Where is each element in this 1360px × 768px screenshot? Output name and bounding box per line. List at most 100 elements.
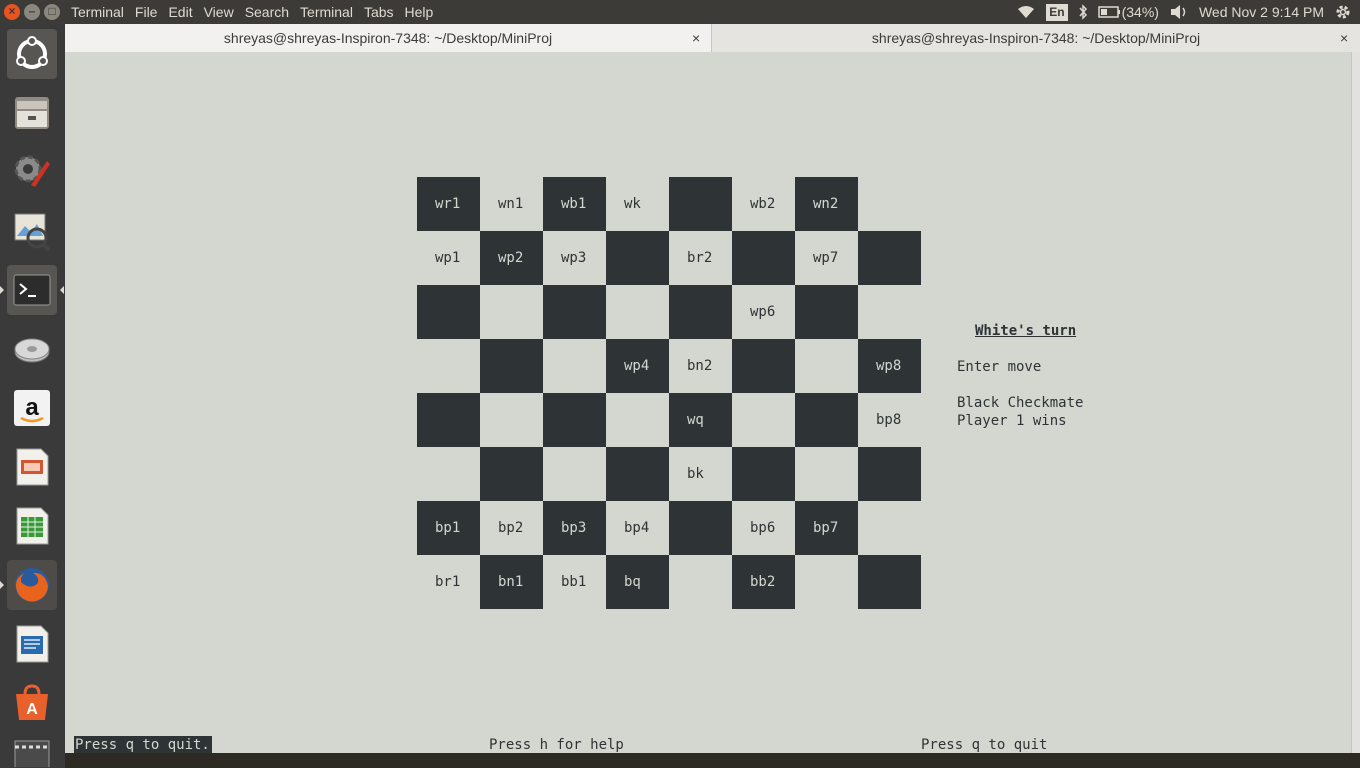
chess-piece-label: bn1 <box>498 574 524 590</box>
chess-piece-label: br1 <box>435 574 461 590</box>
board-square <box>669 285 732 339</box>
menu-item-edit[interactable]: Edit <box>168 3 192 21</box>
video-icon[interactable] <box>7 737 57 767</box>
clock[interactable]: Wed Nov 2 9:14 PM <box>1199 4 1324 20</box>
chess-piece-label: bb1 <box>561 574 587 590</box>
chess-piece-label: wn2 <box>813 196 839 212</box>
desktop-strip <box>65 753 1360 768</box>
board-square <box>606 231 669 285</box>
chess-piece-label: wp8 <box>876 358 902 374</box>
board-square <box>543 393 606 447</box>
system-settings-icon[interactable] <box>7 147 57 197</box>
chess-piece-label: bp3 <box>561 520 587 536</box>
writer-icon[interactable] <box>7 619 57 669</box>
files-icon[interactable] <box>7 88 57 138</box>
firefox-icon[interactable] <box>7 560 57 610</box>
menu-item-terminal[interactable]: Terminal <box>300 3 353 21</box>
menu-item-file[interactable]: File <box>135 3 158 21</box>
window-close-button[interactable]: × <box>4 4 20 20</box>
board-square <box>732 339 795 393</box>
board-square <box>543 447 606 501</box>
tab-terminal-2[interactable]: shreyas@shreyas-Inspiron-7348: ~/Desktop… <box>712 24 1360 52</box>
battery-percent: (34%) <box>1121 4 1159 20</box>
board-square <box>417 447 480 501</box>
battery-icon <box>1097 6 1120 18</box>
tab-title: shreyas@shreyas-Inspiron-7348: ~/Desktop… <box>871 30 1201 46</box>
board-square <box>795 447 858 501</box>
terminal-icon[interactable] <box>7 265 57 315</box>
board-square: wn2 <box>795 177 858 231</box>
window-minimize-button[interactable]: – <box>24 4 40 20</box>
close-icon[interactable]: × <box>692 24 700 52</box>
chess-piece-label: wp6 <box>750 304 776 320</box>
impress-icon[interactable] <box>7 442 57 492</box>
board-square: bp8 <box>858 393 921 447</box>
board-square: wb2 <box>732 177 795 231</box>
board-square: wp1 <box>417 231 480 285</box>
move-prompt: Enter move <box>957 359 1042 375</box>
board-square <box>417 339 480 393</box>
calc-icon[interactable] <box>7 501 57 551</box>
running-arrow-left <box>0 581 4 589</box>
board-square: wb1 <box>543 177 606 231</box>
board-square <box>858 555 921 609</box>
bluetooth-icon[interactable] <box>1078 4 1088 20</box>
game-message: Black Checkmate <box>957 395 1084 411</box>
chess-piece-label: wp1 <box>435 250 461 266</box>
turn-indicator: White's turn <box>975 323 1077 339</box>
board-square <box>858 177 921 231</box>
tab-terminal-1[interactable]: shreyas@shreyas-Inspiron-7348: ~/Desktop… <box>65 24 712 52</box>
image-viewer-icon[interactable] <box>7 206 57 256</box>
chess-piece-label: bq <box>624 574 641 590</box>
wifi-icon[interactable] <box>1016 4 1036 20</box>
winner-message: Player 1 wins <box>957 413 1067 429</box>
menu-item-view[interactable]: View <box>204 3 234 21</box>
chess-piece-label: wp2 <box>498 250 524 266</box>
chess-piece-label: bn2 <box>687 358 713 374</box>
menu-item-help[interactable]: Help <box>405 3 434 21</box>
menu-bar: Terminal File Edit View Search Terminal … <box>71 3 444 21</box>
gear-icon[interactable] <box>1334 3 1352 21</box>
board-square <box>669 177 732 231</box>
board-square <box>480 393 543 447</box>
ubuntu-dash-icon[interactable] <box>7 29 57 79</box>
scrollbar[interactable] <box>1351 52 1360 753</box>
maximize-icon: □ <box>48 4 56 18</box>
chess-piece-label: bp8 <box>876 412 902 428</box>
menu-item-search[interactable]: Search <box>245 3 289 21</box>
board-square <box>795 285 858 339</box>
board-square: bb2 <box>732 555 795 609</box>
software-center-icon[interactable]: A <box>7 678 57 728</box>
battery-indicator[interactable]: (34%) <box>1097 4 1159 20</box>
board-square <box>732 447 795 501</box>
chess-piece-label: bp2 <box>498 520 524 536</box>
close-icon[interactable]: × <box>1340 24 1348 52</box>
active-arrow-right <box>60 286 64 294</box>
board-square <box>480 447 543 501</box>
chess-piece-label: wb1 <box>561 196 587 212</box>
chess-piece-label: wq <box>687 412 704 428</box>
status-help: Press h for help <box>489 737 624 753</box>
active-arrow-left <box>0 286 4 294</box>
board-square <box>543 285 606 339</box>
board-square: wp4 <box>606 339 669 393</box>
menu-item-app[interactable]: Terminal <box>71 3 124 21</box>
amazon-icon[interactable]: a <box>7 383 57 433</box>
keyboard-layout-indicator[interactable]: En <box>1046 3 1068 21</box>
chess-piece-label: bp7 <box>813 520 839 536</box>
svg-text:A: A <box>26 701 38 718</box>
board-square <box>543 339 606 393</box>
board-square: bn2 <box>669 339 732 393</box>
board-square: bp4 <box>606 501 669 555</box>
board-square: bp2 <box>480 501 543 555</box>
board-square <box>606 393 669 447</box>
board-square: bp1 <box>417 501 480 555</box>
status-quit-right: Press q to quit <box>921 737 1048 753</box>
volume-icon[interactable] <box>1169 4 1189 20</box>
window-maximize-button[interactable]: □ <box>44 4 60 20</box>
menu-item-tabs[interactable]: Tabs <box>364 3 394 21</box>
chess-piece-label: wp4 <box>624 358 650 374</box>
terminal-area[interactable]: wr1 wn1 wb1 wk wb2 wn2 wp1 wp2 wp3 br2 wp7 wp6 wp4 bn… <box>65 52 1351 754</box>
disk-icon[interactable] <box>7 324 57 374</box>
board-square: bq <box>606 555 669 609</box>
